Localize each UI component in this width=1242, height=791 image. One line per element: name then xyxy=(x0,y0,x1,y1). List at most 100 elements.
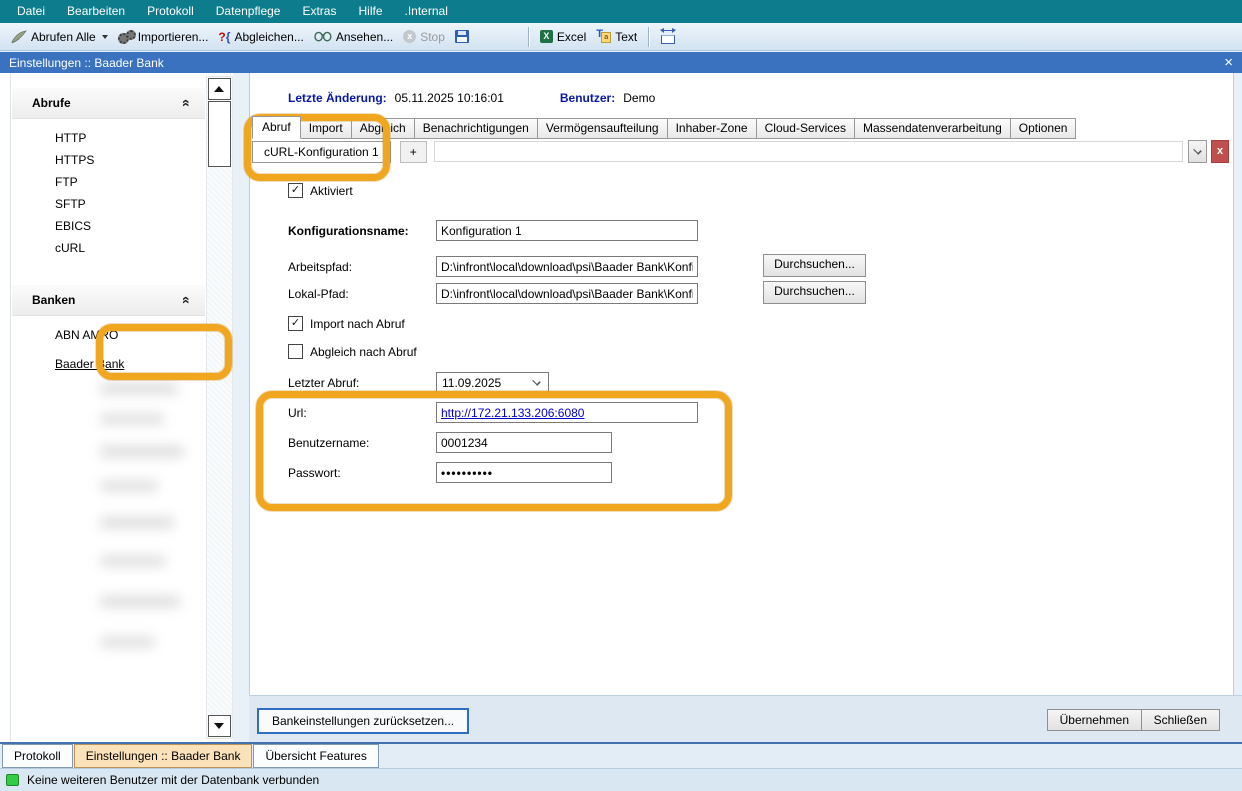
view-button[interactable]: Ansehen... xyxy=(309,28,398,46)
sidebar-item-http[interactable]: HTTP xyxy=(12,127,205,149)
sidebar-item-curl[interactable]: cURL xyxy=(12,237,205,259)
tab-optionen[interactable]: Optionen xyxy=(1010,118,1077,139)
section-header-banken[interactable]: Banken « xyxy=(12,285,205,316)
menu-extras[interactable]: Extras xyxy=(291,0,347,23)
export-excel-button[interactable]: X Excel xyxy=(535,28,591,46)
lokal-pfad-browse-button[interactable]: Durchsuchen... xyxy=(763,281,866,304)
sidebar-item-ebics[interactable]: EBICS xyxy=(12,215,205,237)
chevron-down-icon[interactable] xyxy=(102,35,108,39)
glasses-icon xyxy=(314,31,332,42)
sidebar-scrollbar[interactable] xyxy=(206,76,233,739)
letzter-abruf-label: Letzter Abruf: xyxy=(288,376,436,390)
tab-massendatenverarbeitung[interactable]: Massendatenverarbeitung xyxy=(854,118,1011,139)
letzter-abruf-value: 11.09.2025 xyxy=(437,376,532,390)
connection-status-led-icon xyxy=(6,774,19,786)
import-button[interactable]: Importieren... xyxy=(113,28,214,46)
application-window: Datei Bearbeiten Protokoll Datenpflege E… xyxy=(0,0,1242,791)
feather-icon xyxy=(11,30,27,44)
reconcile-button[interactable]: ?{ Abgleichen... xyxy=(213,28,308,46)
scroll-down-button[interactable] xyxy=(208,715,231,737)
doc-tab-einstellungen-baader-bank[interactable]: Einstellungen :: Baader Bank xyxy=(74,744,253,768)
chevron-down-icon xyxy=(532,377,541,386)
menu-bearbeiten[interactable]: Bearbeiten xyxy=(56,0,136,23)
tab-import[interactable]: Import xyxy=(300,118,352,139)
lokal-pfad-input[interactable] xyxy=(436,283,698,304)
collapse-icon[interactable]: « xyxy=(179,99,195,107)
menu-datenpflege[interactable]: Datenpflege xyxy=(205,0,292,23)
tab-inhaber-zone[interactable]: Inhaber-Zone xyxy=(667,118,757,139)
letzter-abruf-select[interactable]: 11.09.2025 xyxy=(436,372,549,393)
user-value: Demo xyxy=(623,91,655,105)
remove-configuration-button[interactable]: x xyxy=(1211,140,1229,163)
section-title: Abrufe xyxy=(32,96,71,110)
benutzername-input[interactable] xyxy=(436,432,612,453)
arbeitspfad-browse-button[interactable]: Durchsuchen... xyxy=(763,254,866,277)
passwort-label: Passwort: xyxy=(288,466,436,480)
blurred-region xyxy=(88,369,198,699)
tab-cloud-services[interactable]: Cloud-Services xyxy=(756,118,855,139)
scrollbar-thumb[interactable] xyxy=(208,101,231,167)
status-bar: Keine weiteren Benutzer mit der Datenban… xyxy=(0,768,1242,791)
add-configuration-tab[interactable]: + xyxy=(400,141,427,163)
reset-bank-settings-button[interactable]: Bankeinstellungen zurücksetzen... xyxy=(257,708,469,734)
apply-button[interactable]: Übernehmen xyxy=(1047,709,1142,731)
panel-title-bar: Einstellungen :: Baader Bank × xyxy=(0,52,1242,73)
aktiviert-label: Aktiviert xyxy=(310,184,353,198)
stop-icon: x xyxy=(403,30,416,43)
last-change-value: 05.11.2025 10:16:01 xyxy=(395,91,504,105)
sidebar-item-https[interactable]: HTTPS xyxy=(12,149,205,171)
fit-width-icon xyxy=(660,30,676,43)
tab-benachrichtigungen[interactable]: Benachrichtigungen xyxy=(414,118,538,139)
menu-hilfe[interactable]: Hilfe xyxy=(347,0,393,23)
gears-icon xyxy=(118,30,134,44)
save-button[interactable] xyxy=(450,28,474,45)
aktiviert-checkbox[interactable]: ✓ xyxy=(288,183,303,198)
passwort-input[interactable] xyxy=(436,462,612,483)
sidebar-item-ftp[interactable]: FTP xyxy=(12,171,205,193)
close-icon[interactable]: × xyxy=(1224,55,1233,70)
tab-abruf[interactable]: Abruf xyxy=(252,116,301,139)
chevron-down-icon xyxy=(1193,146,1202,155)
sidebar-item-sftp[interactable]: SFTP xyxy=(12,193,205,215)
section-header-abrufe[interactable]: Abrufe « xyxy=(12,88,205,119)
fit-columns-button[interactable] xyxy=(655,28,681,45)
aktiviert-row: ✓ Aktiviert xyxy=(288,183,353,198)
doc-tab-uebersicht-features[interactable]: Übersicht Features xyxy=(253,744,378,768)
excel-icon: X xyxy=(540,30,553,43)
import-nach-abruf-checkbox[interactable]: ✓ xyxy=(288,316,303,331)
scroll-up-button[interactable] xyxy=(208,78,231,100)
arbeitspfad-input[interactable] xyxy=(436,256,698,277)
lokal-pfad-label: Lokal-Pfad: xyxy=(288,287,436,301)
close-button[interactable]: Schließen xyxy=(1141,709,1220,731)
konfigurationsname-input[interactable] xyxy=(436,220,698,241)
text-file-icon: Ta xyxy=(596,30,611,43)
url-input[interactable] xyxy=(436,402,698,423)
menu-protokoll[interactable]: Protokoll xyxy=(136,0,205,23)
abgleich-nach-abruf-label: Abgleich nach Abruf xyxy=(310,345,417,359)
tab-curl-konfiguration-1[interactable]: cURL-Konfiguration 1 xyxy=(252,141,391,163)
tab-abgleich[interactable]: Abgleich xyxy=(351,118,415,139)
compare-icon: ?{ xyxy=(218,30,230,44)
settings-panel: Letzte Änderung: 05.11.2025 10:16:01 Ben… xyxy=(249,73,1234,695)
reconcile-label: Abgleichen... xyxy=(234,30,303,44)
abgleich-nach-abruf-checkbox[interactable]: ✓ xyxy=(288,344,303,359)
main-tab-strip: Abruf Import Abgleich Benachrichtigungen… xyxy=(252,117,1075,139)
panel-title: Einstellungen :: Baader Bank xyxy=(9,56,164,70)
configuration-dropdown-button[interactable] xyxy=(1188,140,1207,163)
user-label: Benutzer: xyxy=(560,91,615,105)
letzter-abruf-row: Letzter Abruf: 11.09.2025 xyxy=(288,372,549,393)
text-label: Text xyxy=(615,30,637,44)
menu-datei[interactable]: Datei xyxy=(6,0,56,23)
collapse-icon[interactable]: « xyxy=(179,296,195,304)
menu-internal[interactable]: .Internal xyxy=(394,0,459,23)
export-text-button[interactable]: Ta Text xyxy=(591,28,642,46)
sidebar-item-abn-amro[interactable]: ABN AMRO xyxy=(12,324,205,343)
fetch-all-button[interactable]: Abrufen Alle xyxy=(6,28,113,46)
toolbar-separator xyxy=(528,27,529,47)
tab-vermoegensaufteilung[interactable]: Vermögensaufteilung xyxy=(537,118,668,139)
doc-tab-protokoll[interactable]: Protokoll xyxy=(2,744,73,768)
change-info-header: Letzte Änderung: 05.11.2025 10:16:01 Ben… xyxy=(288,91,655,105)
import-nach-abruf-row: ✓ Import nach Abruf xyxy=(288,316,405,331)
configuration-tab-strip: cURL-Konfiguration 1 + x xyxy=(252,140,1229,163)
menu-bar: Datei Bearbeiten Protokoll Datenpflege E… xyxy=(0,0,1242,23)
